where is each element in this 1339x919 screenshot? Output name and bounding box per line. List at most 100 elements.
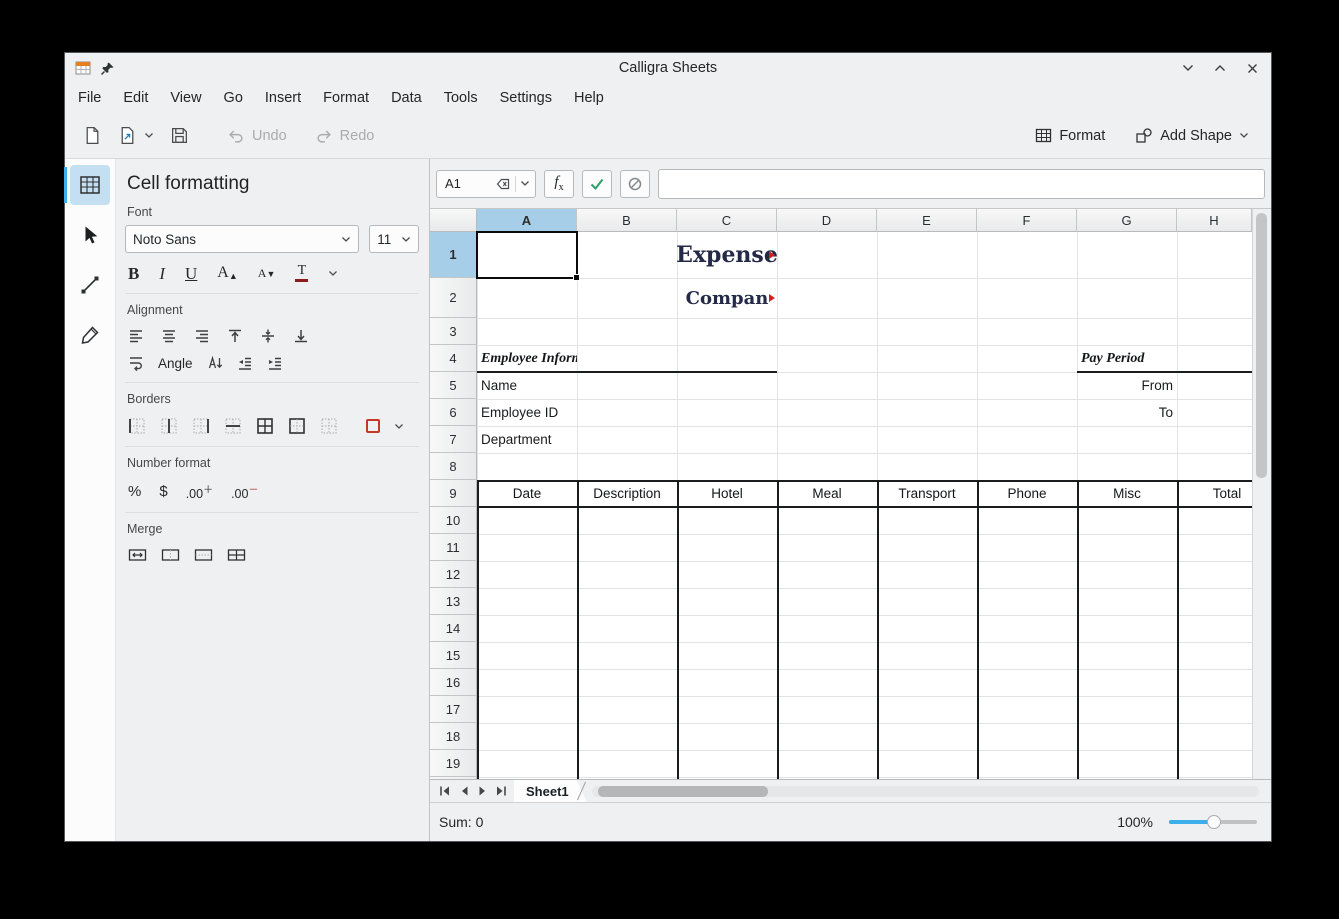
menu-settings[interactable]: Settings (489, 86, 563, 110)
currency-format-button[interactable]: $ (159, 483, 167, 500)
open-document-button[interactable] (112, 121, 160, 150)
previous-sheet-button[interactable] (454, 782, 473, 800)
column-header-A[interactable]: A (477, 209, 577, 232)
minimize-button[interactable] (1179, 59, 1197, 77)
grow-font-button[interactable]: A▲ (217, 265, 237, 281)
unmerge-cells-icon[interactable] (227, 547, 246, 563)
row-header-15[interactable]: 15 (430, 642, 477, 669)
border-color-swatch[interactable] (366, 419, 380, 433)
zoom-slider[interactable] (1169, 820, 1257, 824)
maximize-button[interactable] (1211, 59, 1229, 77)
last-sheet-button[interactable] (492, 782, 511, 800)
decrease-indent-icon[interactable] (237, 355, 253, 371)
align-bottom-icon[interactable] (293, 328, 309, 344)
add-shape-button[interactable]: Add Shape (1129, 122, 1255, 150)
menu-tools[interactable]: Tools (433, 86, 489, 110)
align-right-icon[interactable] (194, 328, 210, 344)
row-header-7[interactable]: 7 (430, 426, 477, 453)
tool-calligraphy[interactable] (70, 315, 110, 355)
cell-D9[interactable]: Meal (777, 480, 877, 507)
row-header-13[interactable]: 13 (430, 588, 477, 615)
select-all-corner[interactable] (430, 209, 477, 232)
column-header-H[interactable]: H (1177, 209, 1252, 232)
cell-E9[interactable]: Transport (877, 480, 977, 507)
new-document-button[interactable] (77, 121, 108, 150)
font-size-select[interactable]: 11 (369, 225, 419, 253)
row-header-11[interactable]: 11 (430, 534, 477, 561)
angle-label[interactable]: Angle (158, 356, 193, 371)
cell-H9[interactable]: Total (1177, 480, 1252, 507)
align-top-icon[interactable] (227, 328, 243, 344)
font-family-select[interactable]: Noto Sans (125, 225, 359, 253)
cell-reference-box[interactable]: A1 (436, 170, 536, 198)
function-button[interactable]: fx (544, 170, 574, 198)
spreadsheet-grid[interactable]: ExpenseCompanEmployee InformationPay Per… (430, 209, 1252, 779)
font-color-button[interactable]: T (295, 264, 308, 282)
column-header-G[interactable]: G (1077, 209, 1177, 232)
row-header-1[interactable]: 1 (430, 232, 477, 278)
save-button[interactable] (164, 121, 195, 150)
row-header-4[interactable]: 4 (430, 345, 477, 372)
menu-data[interactable]: Data (380, 86, 433, 110)
cell-C2[interactable]: Compan (677, 278, 777, 318)
merge-vertical-icon[interactable] (194, 547, 213, 563)
cell-G9[interactable]: Misc (1077, 480, 1177, 507)
cell-A5[interactable]: Name (477, 372, 577, 399)
merge-cells-icon[interactable] (128, 547, 147, 563)
cell-B9[interactable]: Description (577, 480, 677, 507)
cell-C9[interactable]: Hotel (677, 480, 777, 507)
row-header-19[interactable]: 19 (430, 750, 477, 777)
vertical-scrollbar[interactable] (1252, 209, 1271, 779)
row-header-partial[interactable] (430, 777, 477, 779)
align-center-icon[interactable] (161, 328, 177, 344)
border-left-icon[interactable] (128, 417, 146, 435)
increase-indent-icon[interactable] (267, 355, 283, 371)
border-outline-icon[interactable] (288, 417, 306, 435)
border-all-icon[interactable] (256, 417, 274, 435)
row-header-5[interactable]: 5 (430, 372, 477, 399)
menu-file[interactable]: File (67, 86, 112, 110)
merge-horizontal-icon[interactable] (161, 547, 180, 563)
row-header-3[interactable]: 3 (430, 318, 477, 345)
cell-G5[interactable]: From (1077, 372, 1177, 399)
row-header-9[interactable]: 9 (430, 480, 477, 507)
column-header-B[interactable]: B (577, 209, 677, 232)
redo-button[interactable]: Redo (309, 122, 381, 150)
horizontal-scrollbar-thumb[interactable] (598, 786, 768, 797)
row-header-18[interactable]: 18 (430, 723, 477, 750)
tool-connector[interactable] (70, 265, 110, 305)
column-header-D[interactable]: D (777, 209, 877, 232)
cell-A4[interactable]: Employee Information (477, 345, 577, 372)
bold-button[interactable]: B (128, 265, 139, 282)
cell-G6[interactable]: To (1077, 399, 1177, 426)
format-button[interactable]: Format (1029, 122, 1111, 149)
apply-button[interactable] (582, 170, 612, 198)
row-header-17[interactable]: 17 (430, 696, 477, 723)
column-header-F[interactable]: F (977, 209, 1077, 232)
column-header-C[interactable]: C (677, 209, 777, 232)
row-header-2[interactable]: 2 (430, 278, 477, 318)
row-header-14[interactable]: 14 (430, 615, 477, 642)
row-header-8[interactable]: 8 (430, 453, 477, 480)
menu-view[interactable]: View (159, 86, 212, 110)
wrap-text-icon[interactable] (128, 355, 144, 371)
selection-handle[interactable] (573, 274, 580, 281)
row-header-6[interactable]: 6 (430, 399, 477, 426)
vertical-scrollbar-thumb[interactable] (1256, 213, 1267, 478)
tool-pointer[interactable] (70, 215, 110, 255)
chevron-down-icon[interactable] (394, 423, 404, 430)
menu-edit[interactable]: Edit (112, 86, 159, 110)
row-header-12[interactable]: 12 (430, 561, 477, 588)
horizontal-scrollbar[interactable] (592, 786, 1259, 797)
border-vertical-center-icon[interactable] (160, 417, 178, 435)
sheet-tab[interactable]: Sheet1 (514, 780, 587, 802)
menu-go[interactable]: Go (213, 86, 254, 110)
cell-G4[interactable]: Pay Period (1077, 345, 1177, 372)
first-sheet-button[interactable] (435, 782, 454, 800)
pin-icon[interactable] (100, 61, 115, 76)
cell-A6[interactable]: Employee ID (477, 399, 577, 426)
column-header-E[interactable]: E (877, 209, 977, 232)
cell-F9[interactable]: Phone (977, 480, 1077, 507)
formula-input[interactable] (658, 169, 1265, 199)
tool-cell-format[interactable] (70, 165, 110, 205)
